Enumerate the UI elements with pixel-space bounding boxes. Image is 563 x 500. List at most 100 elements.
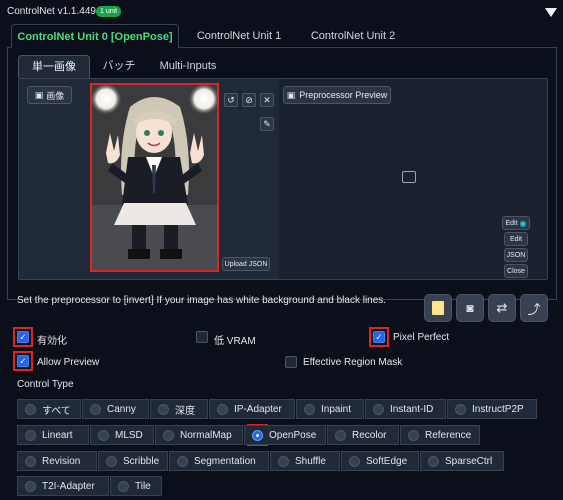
control-type-ip-adapter[interactable]: IP-Adapter bbox=[209, 399, 295, 419]
camera-icon: ◙ bbox=[466, 301, 474, 315]
radio-label: 深度 bbox=[175, 405, 195, 417]
radio-dot bbox=[278, 455, 289, 467]
radio-dot bbox=[349, 455, 360, 467]
tab-multi-inputs[interactable]: Multi-Inputs bbox=[148, 55, 228, 78]
radio-label: Tile bbox=[135, 480, 151, 492]
clear-image-icon[interactable]: ✕ bbox=[260, 93, 274, 107]
image-label: 画像 bbox=[46, 90, 65, 101]
radio-dot-selected bbox=[252, 429, 263, 441]
radio-label: Shuffle bbox=[295, 455, 326, 467]
tab-batch[interactable]: バッチ bbox=[96, 55, 142, 78]
control-type-label: Control Type bbox=[17, 379, 74, 390]
preprocessor-preview-label: Preprocessor Preview bbox=[299, 90, 388, 100]
radio-dot bbox=[25, 455, 36, 467]
radio-dot bbox=[335, 429, 346, 441]
control-type-recolor[interactable]: Recolor bbox=[327, 425, 399, 445]
unit-count-badge: 1 unit bbox=[96, 6, 122, 17]
radio-label: SoftEdge bbox=[366, 455, 408, 467]
send-dimensions-button[interactable]: ⤴ bbox=[520, 294, 548, 322]
radio-label: NormalMap bbox=[180, 429, 232, 441]
invert-hint: Set the preprocessor to [invert] If your… bbox=[17, 295, 387, 306]
radio-dot bbox=[428, 455, 439, 467]
new-canvas-button[interactable] bbox=[424, 294, 452, 322]
pixel-perfect-checkbox[interactable]: ✓ bbox=[373, 331, 385, 343]
low-vram-checkbox[interactable] bbox=[196, 331, 208, 343]
control-type-segmentation[interactable]: Segmentation bbox=[169, 451, 269, 471]
control-type-sparsectrl[interactable]: SparseCtrl bbox=[420, 451, 504, 471]
control-type-mlsd[interactable]: MLSD bbox=[90, 425, 154, 445]
control-type-all[interactable]: すべて bbox=[17, 399, 81, 419]
openpose-editor-icon: ◉ bbox=[519, 218, 527, 228]
allow-preview-checkbox[interactable]: ✓ bbox=[17, 355, 29, 367]
radio-label: SparseCtrl bbox=[445, 455, 493, 467]
check-icon: ✓ bbox=[19, 331, 27, 342]
control-type-normalmap[interactable]: NormalMap bbox=[155, 425, 243, 445]
notepad-icon bbox=[432, 301, 444, 315]
radio-label: T2I-Adapter bbox=[42, 480, 95, 492]
control-type-instructp2p[interactable]: InstructP2P bbox=[447, 399, 537, 419]
radio-label: すべて bbox=[42, 405, 71, 417]
radio-label: Lineart bbox=[42, 429, 73, 441]
radio-dot bbox=[98, 429, 109, 441]
empty-preview-image-icon bbox=[402, 171, 416, 183]
control-type-instant-id[interactable]: Instant-ID bbox=[365, 399, 446, 419]
preview-image-icon: ▣ bbox=[286, 89, 296, 100]
low-vram-label: 低 VRAM bbox=[214, 336, 256, 347]
radio-label: InstructP2P bbox=[472, 403, 524, 415]
tab-single-image[interactable]: 単一画像 bbox=[18, 55, 90, 78]
preprocessor-preview-chip: ▣ Preprocessor Preview bbox=[283, 86, 391, 104]
radio-dot bbox=[408, 429, 419, 441]
tab-unit-1[interactable]: ControlNet Unit 1 bbox=[189, 24, 289, 48]
upload-json-button[interactable]: Upload JSON bbox=[222, 257, 270, 271]
radio-dot bbox=[304, 403, 315, 415]
control-type-t2i-adapter[interactable]: T2I-Adapter bbox=[17, 476, 109, 496]
draw-brush-icon[interactable]: ✎ bbox=[260, 117, 274, 131]
enable-checkbox[interactable]: ✓ bbox=[17, 331, 29, 343]
enable-label: 有効化 bbox=[37, 336, 67, 347]
json-button[interactable]: JSON bbox=[504, 248, 528, 262]
webcam-button[interactable]: ◙ bbox=[456, 294, 484, 322]
radio-label: Canny bbox=[107, 403, 136, 415]
effective-region-mask-checkbox[interactable] bbox=[285, 356, 297, 368]
control-type-tile[interactable]: Tile bbox=[110, 476, 162, 496]
tab-unit-0[interactable]: ControlNet Unit 0 [OpenPose] bbox=[11, 24, 179, 48]
radio-dot bbox=[25, 480, 36, 492]
radio-dot bbox=[163, 429, 174, 441]
controlnet-header[interactable]: ControlNet v1.1.449 1 unit bbox=[0, 0, 563, 24]
control-type-scribble[interactable]: Scribble bbox=[98, 451, 168, 471]
curved-arrow-icon: ⤴ bbox=[527, 301, 541, 317]
radio-dot bbox=[373, 403, 384, 415]
camera-swap-icon[interactable]: ⊘ bbox=[242, 93, 256, 107]
radio-label: Segmentation bbox=[194, 455, 256, 467]
pixel-perfect-label: Pixel Perfect bbox=[393, 332, 450, 343]
tab-unit-2[interactable]: ControlNet Unit 2 bbox=[303, 24, 403, 48]
edit-openpose-button[interactable]: Edit ◉ bbox=[502, 216, 530, 230]
radio-dot bbox=[455, 403, 466, 415]
check-icon: ✓ bbox=[375, 331, 383, 342]
edit-label: Edit bbox=[505, 219, 518, 227]
image-label-chip: ▣ 画像 bbox=[27, 86, 72, 104]
close-button[interactable]: Close bbox=[504, 264, 528, 278]
unit-tabs: ControlNet Unit 0 [OpenPose] ControlNet … bbox=[7, 24, 557, 48]
radio-label: Revision bbox=[42, 455, 81, 467]
control-type-openpose[interactable]: OpenPose bbox=[244, 425, 326, 445]
radio-dot bbox=[118, 480, 129, 492]
control-type-canny[interactable]: Canny bbox=[82, 399, 149, 419]
radio-label: Scribble bbox=[123, 455, 160, 467]
swap-button[interactable]: ⇄ bbox=[488, 294, 516, 322]
control-type-inpaint[interactable]: Inpaint bbox=[296, 399, 364, 419]
radio-dot bbox=[25, 403, 36, 415]
control-type-reference[interactable]: Reference bbox=[400, 425, 480, 445]
controlnet-title: ControlNet v1.1.449 bbox=[7, 6, 96, 17]
collapse-icon[interactable] bbox=[545, 8, 557, 17]
rotate-icon[interactable]: ↺ bbox=[224, 93, 238, 107]
control-type-shuffle[interactable]: Shuffle bbox=[270, 451, 340, 471]
edit-button[interactable]: Edit bbox=[504, 232, 528, 246]
control-type-lineart[interactable]: Lineart bbox=[17, 425, 89, 445]
control-type-depth[interactable]: 深度 bbox=[150, 399, 208, 419]
radio-label: Recolor bbox=[352, 429, 387, 441]
radio-dot bbox=[106, 455, 117, 467]
control-type-softedge[interactable]: SoftEdge bbox=[341, 451, 419, 471]
radio-dot bbox=[177, 455, 188, 467]
control-type-revision[interactable]: Revision bbox=[17, 451, 97, 471]
